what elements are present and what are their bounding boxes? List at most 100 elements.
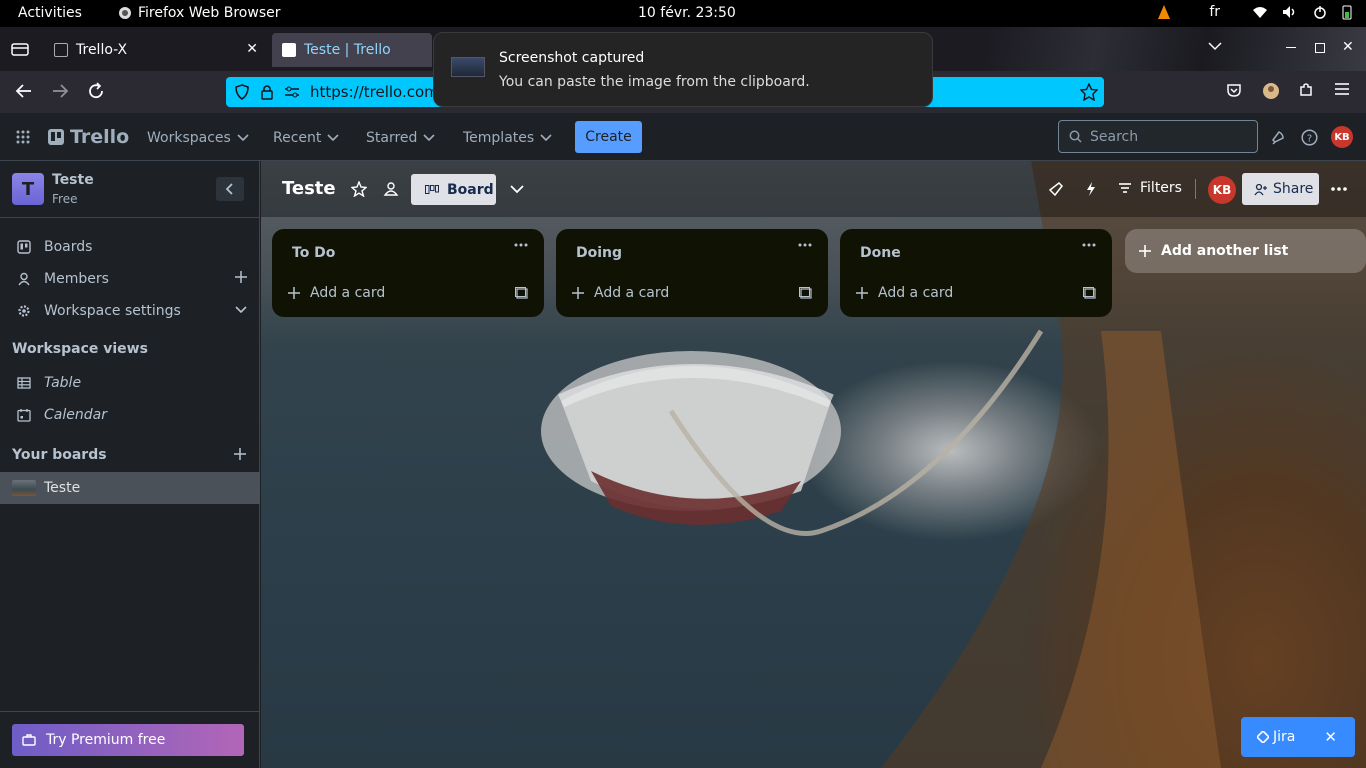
pocket-icon[interactable] bbox=[1226, 82, 1242, 98]
list-actions-icon[interactable] bbox=[1082, 243, 1096, 247]
tracking-shield-icon[interactable] bbox=[234, 84, 250, 100]
card-template-icon[interactable] bbox=[515, 287, 528, 299]
activities-button[interactable]: Activities bbox=[18, 5, 82, 21]
list-doing[interactable]: Doing Add a card bbox=[556, 229, 828, 317]
chevron-down-icon bbox=[423, 134, 435, 142]
lock-icon[interactable] bbox=[260, 84, 274, 100]
url-text: https://trello.com bbox=[310, 83, 439, 101]
chevron-down-icon[interactable] bbox=[235, 306, 247, 314]
create-button[interactable]: Create bbox=[575, 121, 642, 153]
list-title[interactable]: Doing bbox=[576, 245, 622, 261]
permissions-icon[interactable] bbox=[284, 85, 300, 99]
tab-trello-x[interactable]: Trello-X ✕ bbox=[44, 33, 268, 67]
sidebar-item-table[interactable]: Table bbox=[0, 373, 260, 393]
list-all-tabs-icon[interactable] bbox=[1208, 41, 1222, 51]
extensions-icon[interactable] bbox=[1298, 82, 1314, 98]
board-view-label: Board bbox=[447, 181, 494, 198]
account-avatar-icon[interactable] bbox=[1262, 82, 1280, 100]
jira-widget[interactable]: Jira ✕ bbox=[1241, 717, 1355, 757]
sidebar-item-workspace-settings[interactable]: Workspace settings bbox=[0, 301, 260, 321]
try-premium-button[interactable]: Try Premium free bbox=[12, 724, 244, 756]
svg-text:?: ? bbox=[1307, 134, 1312, 145]
screenshot-notification[interactable]: Screenshot captured You can paste the im… bbox=[433, 32, 933, 107]
sidebar-item-calendar[interactable]: Calendar bbox=[0, 405, 260, 425]
filters-label: Filters bbox=[1140, 180, 1182, 196]
search-input[interactable]: Search bbox=[1058, 120, 1258, 153]
trello-logo-text: Trello bbox=[70, 126, 130, 148]
add-another-list-button[interactable]: Add another list bbox=[1125, 229, 1366, 273]
close-tab-icon[interactable]: ✕ bbox=[246, 41, 258, 57]
card-template-icon[interactable] bbox=[1083, 287, 1096, 299]
list-actions-icon[interactable] bbox=[514, 243, 528, 247]
notification-title: Screenshot captured bbox=[499, 50, 645, 66]
back-icon[interactable] bbox=[15, 82, 33, 100]
add-card-button[interactable]: Add a card bbox=[572, 285, 669, 301]
filters-button[interactable]: Filters bbox=[1118, 180, 1182, 196]
add-card-button[interactable]: Add a card bbox=[288, 285, 385, 301]
close-icon[interactable]: ✕ bbox=[1324, 728, 1337, 746]
list-title[interactable]: To Do bbox=[292, 245, 335, 261]
card-template-icon[interactable] bbox=[799, 287, 812, 299]
power-icon[interactable] bbox=[1312, 5, 1328, 19]
reload-icon[interactable] bbox=[87, 82, 105, 100]
list-title[interactable]: Done bbox=[860, 245, 901, 261]
list-done[interactable]: Done Add a card bbox=[840, 229, 1112, 317]
wifi-icon[interactable] bbox=[1252, 5, 1268, 19]
nav-templates[interactable]: Templates bbox=[463, 130, 552, 146]
tab-overview-icon[interactable] bbox=[11, 41, 29, 57]
sidebar-item-members[interactable]: Members bbox=[0, 269, 260, 289]
sidebar-item-label: Members bbox=[44, 271, 109, 287]
trello-logo[interactable]: Trello bbox=[48, 126, 129, 148]
member-avatar[interactable]: KB bbox=[1331, 126, 1353, 148]
share-button[interactable]: Share bbox=[1242, 173, 1319, 205]
battery-icon[interactable] bbox=[1342, 4, 1352, 20]
sidebar-divider bbox=[0, 217, 260, 218]
board-view-button[interactable]: Board bbox=[411, 174, 496, 205]
add-card-label: Add a card bbox=[878, 285, 954, 301]
bookmark-star-icon[interactable] bbox=[1080, 83, 1098, 101]
vlc-icon[interactable] bbox=[1157, 4, 1171, 20]
board-member-avatar[interactable]: KB bbox=[1208, 176, 1236, 204]
star-icon[interactable] bbox=[351, 181, 367, 197]
language-indicator[interactable]: fr bbox=[1209, 4, 1220, 20]
tab-teste-trello[interactable]: Teste | Trello bbox=[272, 33, 432, 67]
minimize-window-icon[interactable] bbox=[1286, 47, 1296, 48]
sidebar-board-teste[interactable]: Teste bbox=[0, 472, 260, 504]
workspace-name[interactable]: Teste bbox=[52, 172, 94, 188]
chevron-down-icon bbox=[540, 134, 552, 142]
search-icon bbox=[1069, 130, 1082, 143]
list-actions-icon[interactable] bbox=[798, 243, 812, 247]
automation-icon[interactable] bbox=[1086, 182, 1096, 196]
nav-recent[interactable]: Recent bbox=[273, 130, 339, 146]
board-title[interactable]: Teste bbox=[282, 178, 336, 199]
app-switcher-icon[interactable] bbox=[16, 130, 30, 144]
tab-label: Teste | Trello bbox=[304, 42, 391, 58]
sidebar-item-boards[interactable]: Boards bbox=[0, 237, 260, 257]
close-window-icon[interactable]: ✕ bbox=[1342, 39, 1354, 55]
hamburger-menu-icon[interactable] bbox=[1334, 82, 1350, 96]
system-tray[interactable]: fr bbox=[1157, 4, 1352, 20]
notifications-icon[interactable] bbox=[1270, 129, 1286, 145]
power-ups-icon[interactable] bbox=[1049, 182, 1063, 196]
add-list-label: Add another list bbox=[1161, 243, 1289, 259]
add-board-icon[interactable] bbox=[233, 447, 247, 461]
maximize-window-icon[interactable] bbox=[1315, 43, 1325, 53]
clock[interactable]: 10 févr. 23:50 bbox=[638, 5, 736, 21]
visibility-icon[interactable] bbox=[383, 181, 399, 197]
app-menu[interactable]: Firefox Web Browser bbox=[118, 5, 281, 21]
forward-icon[interactable] bbox=[51, 82, 69, 100]
list-to-do[interactable]: To Do Add a card bbox=[272, 229, 544, 317]
more-options-icon[interactable] bbox=[1331, 187, 1347, 191]
add-card-button[interactable]: Add a card bbox=[856, 285, 953, 301]
volume-icon[interactable] bbox=[1282, 5, 1298, 19]
nav-workspaces[interactable]: Workspaces bbox=[147, 130, 249, 146]
help-icon[interactable]: ? bbox=[1301, 129, 1318, 146]
collapse-sidebar-button[interactable] bbox=[216, 177, 244, 201]
views-dropdown-icon[interactable] bbox=[510, 185, 524, 194]
trello-board-icon bbox=[16, 240, 32, 254]
workspace-logo[interactable]: T bbox=[12, 173, 44, 205]
chevron-down-icon bbox=[237, 134, 249, 142]
nav-starred[interactable]: Starred bbox=[366, 130, 435, 146]
add-member-icon[interactable] bbox=[234, 270, 248, 284]
jira-icon bbox=[1257, 731, 1269, 743]
